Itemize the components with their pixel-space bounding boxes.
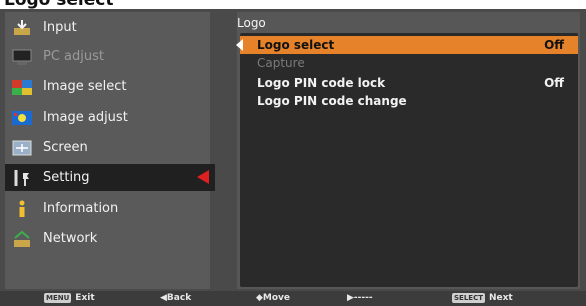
page-heading: Logo select (4, 0, 114, 10)
selection-pointer-icon (236, 39, 243, 51)
footer-next-hint: SELECT Next (452, 293, 513, 303)
footer-back-label: ◀Back (160, 293, 192, 303)
main-menu-sidebar: Input PC adjust Image select Image adjus… (5, 12, 215, 289)
sidebar-item-pc-adjust[interactable]: PC adjust (5, 43, 210, 70)
sidebar-item-information[interactable]: Information (5, 195, 210, 222)
submenu-panel: Logo Logo select Off Capture Logo PIN co… (236, 12, 580, 289)
select-key-badge: SELECT (452, 293, 485, 303)
pc-adjust-icon (11, 47, 33, 67)
sidebar-item-label: Input (43, 20, 77, 35)
sidebar-item-input[interactable]: Input (5, 14, 210, 41)
footer-next-placeholder-label: ▶----- (347, 293, 373, 303)
setting-icon (11, 168, 33, 188)
image-adjust-icon (11, 108, 33, 128)
input-icon (11, 18, 33, 38)
footer-move-label: ◆Move (256, 293, 291, 303)
sidebar-item-image-select[interactable]: Image select (5, 73, 210, 100)
menu-row-logo-pin-code-lock[interactable]: Logo PIN code lock Off (240, 74, 578, 92)
network-icon (11, 229, 33, 249)
footer-exit-hint: MENU Exit (44, 293, 95, 303)
footer-next-placeholder: ▶----- (347, 293, 373, 303)
submenu-title: Logo (237, 16, 266, 30)
sidebar-item-label: Image adjust (43, 110, 128, 125)
active-indicator-arrow-icon (197, 170, 209, 184)
sidebar-item-label: Setting (43, 170, 90, 185)
row-label: Logo select (257, 38, 335, 52)
projector-menu: Input PC adjust Image select Image adjus… (0, 9, 586, 306)
image-select-icon (11, 77, 33, 97)
information-icon (11, 199, 33, 219)
menu-row-logo-select[interactable]: Logo select Off (236, 36, 578, 54)
menu-row-logo-pin-code-change[interactable]: Logo PIN code change (240, 92, 578, 110)
footer-hints: MENU Exit ◀Back ◆Move ▶----- SELECT Next (0, 291, 586, 306)
sidebar-item-network[interactable]: Network (5, 225, 210, 252)
footer-next-label: Next (488, 293, 513, 303)
sidebar-item-setting[interactable]: Setting (5, 164, 215, 191)
row-label: Logo PIN code change (257, 94, 407, 108)
row-value: Off (544, 38, 564, 52)
screen-icon (11, 138, 33, 158)
row-label: Capture (257, 56, 305, 70)
sidebar-item-label: PC adjust (43, 49, 104, 64)
menu-row-capture: Capture (240, 54, 578, 72)
sidebar-item-label: Network (43, 231, 98, 246)
sidebar-item-label: Image select (43, 79, 127, 94)
row-value: Off (544, 76, 564, 90)
sidebar-item-image-adjust[interactable]: Image adjust (5, 104, 210, 131)
sidebar-item-label: Screen (43, 140, 88, 155)
submenu-list: Logo select Off Capture Logo PIN code lo… (236, 33, 578, 287)
footer-exit-label: Exit (75, 293, 95, 303)
footer-back-hint: ◀Back (160, 293, 191, 303)
row-label: Logo PIN code lock (257, 76, 386, 90)
sidebar-item-label: Information (43, 201, 119, 216)
sidebar-item-screen[interactable]: Screen (5, 134, 210, 161)
menu-key-badge: MENU (44, 293, 72, 303)
footer-move-hint: ◆Move (256, 293, 290, 303)
